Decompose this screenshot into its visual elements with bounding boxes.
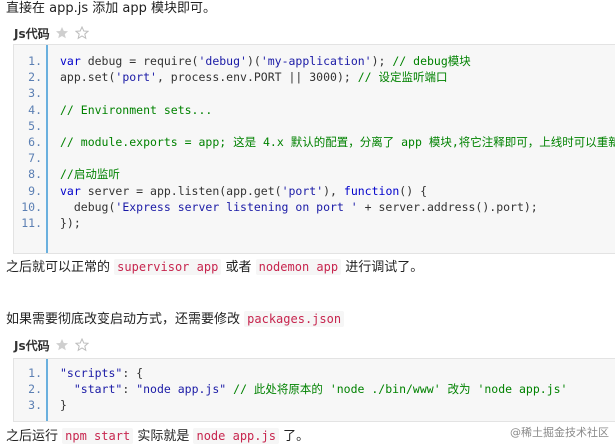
star-icon[interactable] [54, 337, 70, 353]
code-text: debug('Express server listening on port … [60, 199, 538, 214]
code-line: 4. // Environment sets... [14, 102, 615, 118]
line-number: 10. [21, 199, 42, 214]
code-block-2-header: Js代码 [14, 336, 90, 354]
paragraph-last: 之后运行 npm start 实际就是 node app.js 了。 [6, 427, 309, 446]
line-number: 2. [28, 70, 42, 85]
code-line: 1. "scripts": { [14, 365, 615, 381]
inline-code-nodemon: nodemon app [255, 259, 342, 275]
line-number: 3. [28, 398, 42, 413]
code-block-1-header: Js代码 [14, 24, 90, 42]
text-segment: 之后就可以正常的 [6, 260, 111, 275]
code-line: 3. [14, 85, 615, 101]
code-text: } [60, 398, 67, 413]
watermark: @稀土掘金技术社区 [510, 424, 609, 440]
line-number: 1. [28, 54, 42, 68]
code-line: 6. // module.exports = app; 这是 4.x 默认的配置，… [14, 134, 615, 150]
inline-code-node-app: node app.js [193, 428, 279, 444]
paragraph-after-block-1: 之后就可以正常的 supervisor app 或者 nodemon app 进… [6, 258, 423, 277]
code-text: var server = app.listen(app.get('port'),… [60, 183, 427, 198]
line-number: 5. [28, 118, 42, 133]
code-language-label: Js代码 [14, 338, 50, 353]
code-line: 1. var debug = require('debug')('my-appli… [14, 53, 615, 69]
code-line: 5. [14, 118, 615, 134]
star-icon[interactable] [54, 25, 70, 41]
inline-code-packages-json: packages.json [244, 311, 345, 327]
intro-text: 直接在 app.js 添加 app 模块即可。 [6, 1, 216, 16]
code-block-1: 1. var debug = require('debug')('my-appli… [13, 44, 615, 254]
line-number: 4. [28, 102, 42, 117]
code-text: var debug = require('debug')('my-applica… [60, 54, 471, 68]
code-line: 2. app.set('port', process.env.PORT || 30… [14, 69, 615, 85]
line-number: 1. [28, 366, 42, 380]
text-segment: 实际就是 [137, 429, 190, 444]
code-text: // module.exports = app; 这是 4.x 默认的配置，分离… [60, 135, 615, 149]
code-line: 2. "start": "node app.js" // 此处将原本的 'nod… [14, 381, 615, 397]
code-text: "start": "node app.js" // 此处将原本的 'node .… [73, 382, 568, 397]
paragraph-2: 如果需要彻底改变启动方式，还需要修改 packages.json [6, 310, 345, 329]
text-segment: 如果需要彻底改变启动方式，还需要修改 [6, 312, 241, 327]
watermark-text: @稀土掘金技术社区 [510, 426, 609, 439]
code-text: }); [60, 216, 81, 230]
code-text: "scripts": { [60, 366, 144, 380]
code-text: //启动监听 [60, 167, 120, 182]
line-number: 3. [28, 86, 42, 101]
line-number: 11. [21, 216, 42, 230]
settings-icon[interactable] [74, 25, 90, 41]
code-text: // Environment sets... [60, 102, 213, 117]
text-segment: 或者 [225, 260, 252, 275]
inline-code-supervisor: supervisor app [114, 259, 222, 275]
line-number: 7. [28, 151, 42, 166]
line-number: 9. [28, 183, 42, 198]
code-line: 3.} [14, 397, 615, 413]
code-line: 7. [14, 150, 615, 166]
inline-code-npm-start: npm start [62, 428, 134, 444]
code-line: 10. debug('Express server listening on p… [14, 199, 615, 215]
text-segment: 进行调试了。 [345, 260, 424, 275]
text-segment: 了。 [283, 429, 310, 444]
settings-icon[interactable] [74, 337, 90, 353]
text-segment: 之后运行 [6, 429, 59, 444]
line-number: 2. [28, 382, 42, 397]
code-text: app.set('port', process.env.PORT || 3000… [60, 70, 448, 85]
line-number: 8. [28, 167, 42, 182]
code-line: 11.}); [14, 215, 615, 231]
code-language-label: Js代码 [14, 26, 50, 41]
code-line: 8. //启动监听 [14, 166, 615, 182]
line-number: 6. [28, 135, 42, 149]
code-line: 9. var server = app.listen(app.get('port'… [14, 183, 615, 199]
code-block-2: 1. "scripts": {2. "start": "node app.js" … [13, 358, 615, 422]
